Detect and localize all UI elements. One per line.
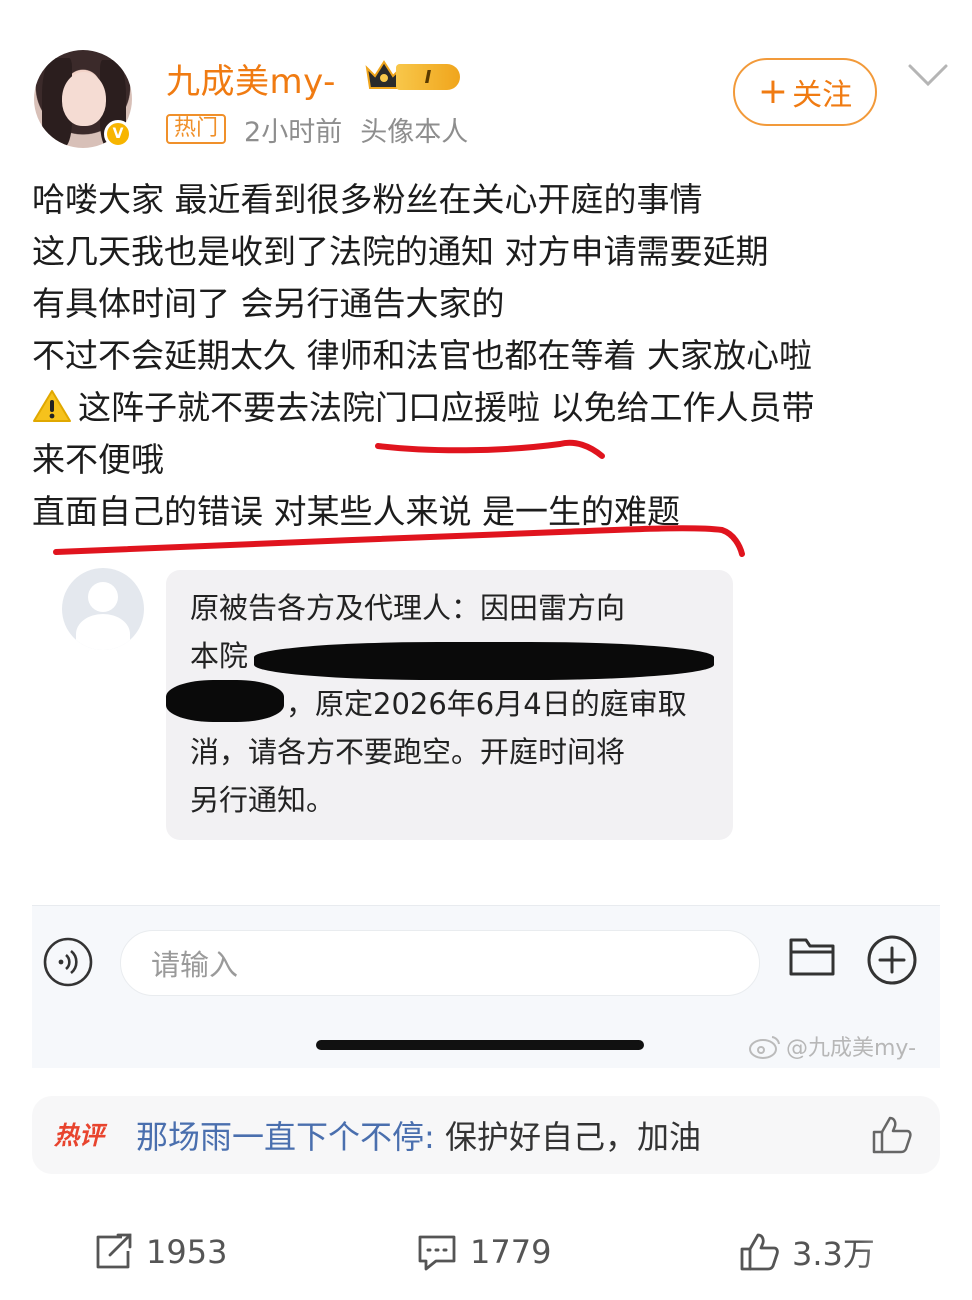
comment-icon [418,1235,456,1271]
watermark: @九成美my- [748,1030,916,1062]
court-message-bubble: 原被告各方及代理人：因田雷方向 本院 ，原定2026年6月4日的庭审取 消，请各… [166,570,733,840]
home-indicator [316,1040,644,1050]
share-icon [96,1233,132,1269]
redaction-mark [166,680,284,722]
vip-badge[interactable]: I [364,58,462,94]
folder-icon[interactable] [788,934,836,978]
like-button[interactable]: 3.3万 [738,1222,875,1282]
vip-level: I [396,64,460,90]
username[interactable]: 九成美my- [166,54,336,103]
weibo-post: V 九成美my- I 热门 2小时前 头像本人 + 关注 哈喽大家 最近看到很多… [0,0,972,1300]
warning-text: 这阵子就不要去法院门口应援啦 以免给工作人员带 [78,388,815,427]
weibo-logo-icon [749,1036,780,1059]
follow-button[interactable]: + 关注 [733,58,877,126]
sender-avatar [62,568,144,650]
warning-icon [33,390,71,422]
post-meta: 热门 2小时前 头像本人 [166,112,469,148]
comment-body: 保护好自己，加油 [434,1118,701,1156]
action-bar: 1953 1779 3.3万 [0,1222,972,1282]
hot-comment-text: 那场雨一直下个不停: 保护好自己，加油 [136,1112,701,1158]
plus-circle-icon[interactable] [866,934,918,986]
hot-comment[interactable]: 热评 那场雨一直下个不停: 保护好自己，加油 [32,1096,940,1174]
comment-count: 1779 [470,1233,552,1271]
plus-icon: + [757,71,789,112]
post-line: 这几天我也是收到了法院的通知 对方申请需要延期 [32,232,769,271]
redaction-mark [254,642,714,680]
comment-username[interactable]: 那场雨一直下个不停 [136,1118,424,1156]
voice-icon[interactable] [42,936,94,988]
verified-icon: V [104,120,132,148]
post-line: 有具体时间了 会另行通告大家的 [32,284,505,323]
message-line: 另行通知。 [190,783,336,817]
message-line: 消，请各方不要跑空。开庭时间将 [190,735,626,769]
post-line-warning: 这阵子就不要去法院门口应援啦 以免给工作人员带 [32,382,952,434]
message-input[interactable]: 请输入 [120,930,760,996]
post-line: 不过不会延期太久 律师和法官也都在等着 大家放心啦 [32,336,812,375]
comment-colon: : [424,1118,435,1156]
avatar-body [76,614,130,650]
hot-tag: 热门 [166,114,227,144]
hot-comment-badge: 热评 [54,1121,105,1150]
repost-button[interactable]: 1953 [92,1222,227,1282]
avatar-face [62,72,106,126]
post-line: 哈喽大家 最近看到很多粉丝在关心开庭的事情 [32,180,703,219]
post-line: 来不便哦 [32,440,164,479]
follow-label: 关注 [792,78,853,113]
message-line: 原被告各方及代理人：因田雷方向 [190,591,626,625]
repost-count: 1953 [146,1233,228,1271]
post-text: 哈喽大家 最近看到很多粉丝在关心开庭的事情 这几天我也是收到了法院的通知 对方申… [32,174,952,538]
thumbs-up-icon [740,1233,779,1271]
edge-fade [860,1222,972,1300]
watermark-text: @九成美my- [786,1036,917,1061]
avatar-head [88,582,118,612]
thumbs-up-icon[interactable] [870,1114,914,1156]
avatar-caption: 头像本人 [360,116,469,148]
chevron-down-icon[interactable] [906,60,950,90]
post-time: 2小时前 [244,116,343,148]
post-line: 直面自己的错误 对某些人来说 是一生的难题 [32,492,680,531]
comment-button[interactable]: 1779 [416,1222,551,1282]
